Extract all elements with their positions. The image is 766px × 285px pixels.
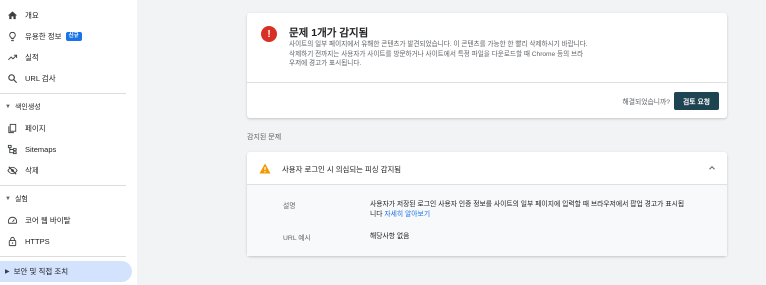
request-review-button[interactable]: 검토 요청	[674, 92, 719, 110]
issue-description: 사이트의 일부 페이지에서 유해한 콘텐츠가 발견되었습니다. 이 콘텐츠를 가…	[289, 41, 588, 67]
issue-title: 문제 1개가 감지됨	[289, 27, 369, 39]
sidebar-item-overview[interactable]: 개요	[0, 5, 132, 26]
description-value: 사용자가 저장된 로그인 사용자 인증 정보를 사이트의 일부 페이지에 입력할…	[370, 200, 690, 219]
sidebar-item-label: Sitemaps	[25, 145, 57, 154]
trending-up-icon	[6, 52, 18, 64]
home-icon	[6, 10, 18, 22]
search-icon	[6, 73, 18, 85]
sidebar-item-pages[interactable]: 페이지	[0, 118, 132, 139]
sidebar-item-label: 삭제	[25, 166, 39, 175]
detected-issue-card: 사용자 로그인 시 의심되는 피싱 감지됨 설명 사용자가 저장된 로그인 사용…	[247, 152, 727, 256]
sidebar-item-label: 페이지	[25, 124, 46, 133]
sidebar-item-label: 실적	[25, 53, 39, 62]
caret-down-icon: ▼	[5, 196, 11, 202]
sidebar-section-security[interactable]: ▶ 보안 및 직접 조치	[0, 261, 132, 282]
url-example-label: URL 예시	[283, 235, 311, 242]
sidebar-divider	[0, 185, 126, 186]
speed-icon	[6, 215, 18, 227]
detected-issue-details: 설명 사용자가 저장된 로그인 사용자 인증 정보를 사이트의 일부 페이지에 …	[247, 185, 727, 256]
sidebar-item-label: HTTPS	[25, 237, 50, 246]
sidebar-section-label: 실험	[14, 196, 28, 203]
issue-summary-card: ! 문제 1개가 감지됨 사이트의 일부 페이지에서 유해한 콘텐츠가 발견되었…	[247, 13, 727, 118]
main-content: ! 문제 1개가 감지됨 사이트의 일부 페이지에서 유해한 콘텐츠가 발견되었…	[137, 0, 766, 285]
sidebar-section-label: 보안 및 직접 조치	[13, 267, 69, 276]
sidebar-item-url-inspection[interactable]: URL 검사	[0, 68, 132, 89]
detected-issue-header[interactable]: 사용자 로그인 시 의심되는 피싱 감지됨	[247, 152, 727, 185]
caret-right-icon: ▶	[5, 269, 10, 275]
sidebar: 개요 유용한 정보 신규 실적 URL 검사 ▼ 색인생성 페이지 Sitema…	[0, 0, 137, 285]
resolved-question: 해결되었습니까?	[622, 99, 670, 106]
sidebar-item-sitemaps[interactable]: Sitemaps	[0, 139, 132, 160]
detected-issue-title: 사용자 로그인 시 의심되는 피싱 감지됨	[282, 165, 402, 174]
detected-issues-heading: 감지된 문제	[247, 134, 282, 141]
card-divider	[247, 82, 727, 83]
caret-down-icon: ▼	[5, 104, 11, 110]
sidebar-item-label: 개요	[25, 11, 39, 20]
sidebar-item-label: URL 검사	[25, 74, 56, 83]
learn-more-link[interactable]: 자세히 알아보기	[384, 211, 430, 218]
sidebar-section-experience[interactable]: ▼ 실험	[0, 190, 132, 208]
sidebar-section-label: 색인생성	[14, 104, 41, 111]
description-label: 설명	[283, 203, 296, 210]
sitemap-icon	[6, 144, 18, 156]
sidebar-item-https[interactable]: HTTPS	[0, 231, 132, 252]
sidebar-section-indexing[interactable]: ▼ 색인생성	[0, 98, 132, 116]
visibility-off-icon	[6, 165, 18, 177]
new-badge: 신규	[65, 32, 82, 41]
sidebar-item-core-web-vitals[interactable]: 코어 웹 바이탈	[0, 210, 132, 231]
pages-icon	[6, 123, 18, 135]
sidebar-divider	[0, 93, 126, 94]
sidebar-item-label: 유용한 정보	[25, 32, 62, 41]
chevron-up-icon[interactable]	[707, 163, 717, 173]
sidebar-item-label: 코어 웹 바이탈	[25, 216, 71, 225]
lock-icon	[6, 236, 18, 248]
url-example-value: 해당사항 없음	[370, 233, 410, 240]
sidebar-item-performance[interactable]: 실적	[0, 47, 132, 68]
sidebar-item-removals[interactable]: 삭제	[0, 160, 132, 181]
sidebar-divider	[0, 256, 126, 257]
sidebar-item-insights[interactable]: 유용한 정보 신규	[0, 26, 132, 47]
error-icon: !	[261, 26, 277, 42]
lightbulb-icon	[6, 31, 18, 43]
warning-icon	[259, 163, 271, 174]
